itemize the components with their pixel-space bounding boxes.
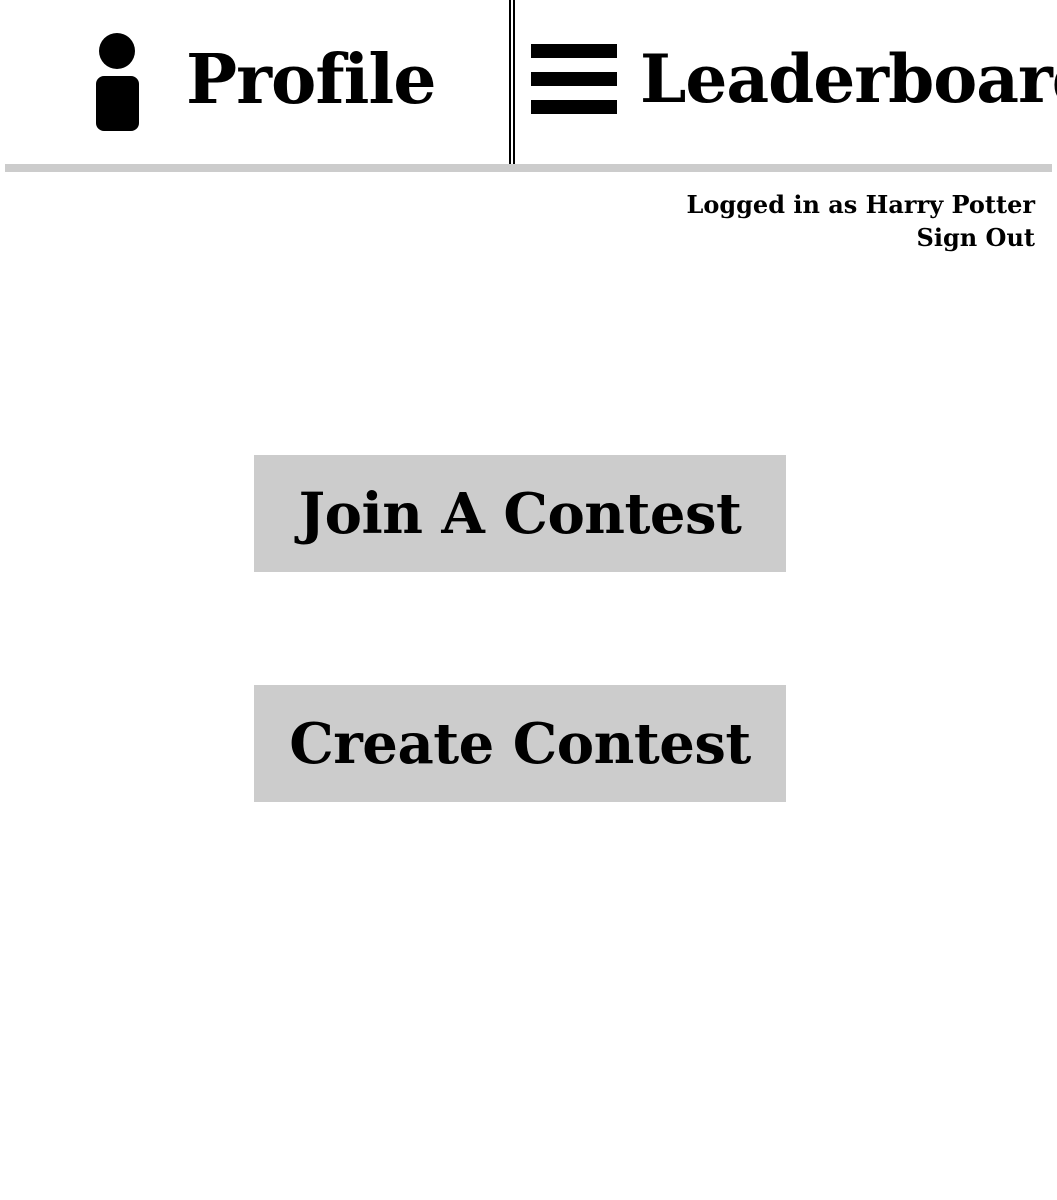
session-info: Logged in as Harry Potter Sign Out [686,188,1035,254]
nav-profile-tab[interactable]: Profile [0,0,509,164]
nav-bottom-border [5,164,1052,172]
person-icon-head [99,33,135,69]
menu-icon-bar [531,72,617,86]
person-icon [96,33,140,131]
hamburger-menu-icon [531,44,617,114]
nav-profile-label: Profile [186,40,436,120]
top-navigation: Profile Leaderboard [0,0,1057,172]
nav-leaderboard-label: Leaderboard [640,40,1057,118]
menu-icon-bar [531,44,617,58]
create-contest-button[interactable]: Create Contest [254,685,786,802]
person-icon-body [96,76,139,131]
sign-out-link[interactable]: Sign Out [686,221,1035,254]
menu-icon-bar [531,100,617,114]
join-contest-button[interactable]: Join A Contest [254,455,786,572]
nav-leaderboard-tab[interactable]: Leaderboard [515,0,1057,164]
logged-in-text: Logged in as Harry Potter [686,190,1035,219]
